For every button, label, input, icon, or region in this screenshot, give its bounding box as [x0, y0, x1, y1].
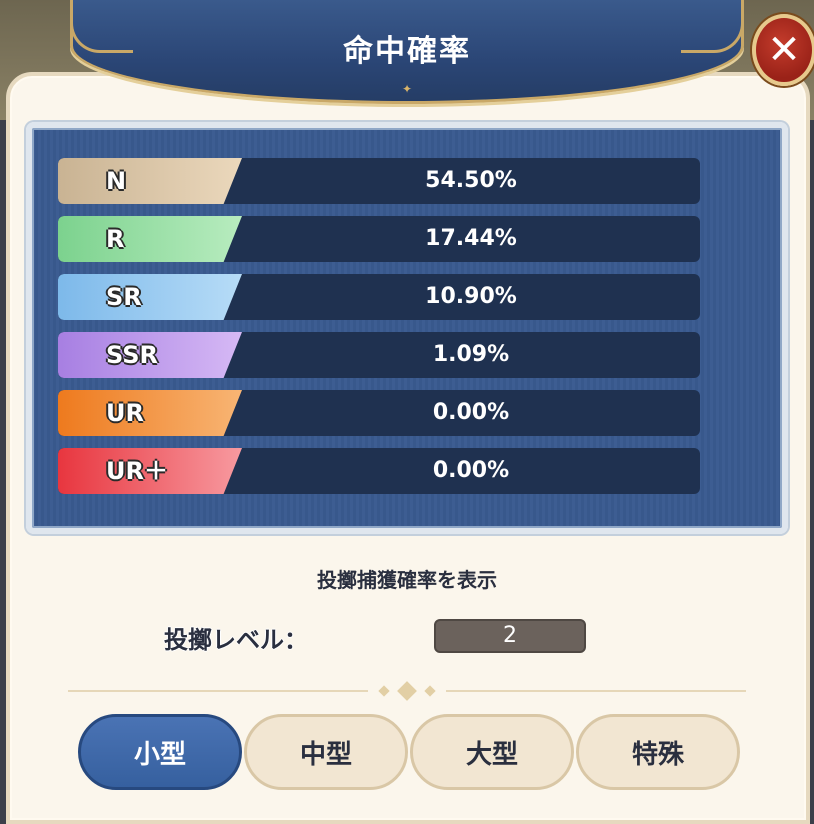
- rarity-tag: [58, 390, 242, 436]
- rate-row-sr: SR 10.90%: [58, 274, 700, 320]
- rarity-label: UR: [106, 399, 144, 427]
- tab-medium[interactable]: 中型: [244, 714, 408, 790]
- rate-value: 0.00%: [432, 400, 510, 425]
- dialog-title: 命中確率: [343, 34, 471, 69]
- rarity-label: SR: [106, 283, 142, 311]
- close-button[interactable]: ✕: [752, 14, 814, 86]
- rarity-label: N: [106, 167, 127, 195]
- rarity-label: SSR: [106, 341, 158, 369]
- banner-star-icon: ✦: [402, 82, 413, 96]
- rate-row-r: R 17.44%: [58, 216, 700, 262]
- throw-level-input[interactable]: 2: [434, 619, 586, 653]
- rate-value: 17.44%: [425, 226, 517, 251]
- tab-small[interactable]: 小型: [78, 714, 242, 790]
- rate-row-ssr: SSR 1.09%: [58, 332, 700, 378]
- rarity-tag: [58, 216, 242, 262]
- divider-left: [68, 690, 368, 692]
- rarity-label: UR＋: [106, 457, 168, 485]
- rate-row-ur: UR 0.00%: [58, 390, 700, 436]
- rate-value: 54.50%: [425, 168, 517, 193]
- tab-special[interactable]: 特殊: [576, 714, 740, 790]
- rate-value: 1.09%: [432, 342, 510, 367]
- size-tabs: 小型 中型 大型 特殊: [72, 714, 744, 792]
- divider-right: [446, 690, 746, 692]
- throw-level-label: 投擲レベル：: [164, 626, 308, 654]
- rate-value: 0.00%: [432, 458, 510, 483]
- rate-value: 10.90%: [425, 284, 517, 309]
- capture-rate-toggle[interactable]: 投擲捕獲確率を表示: [0, 564, 814, 593]
- rarity-tag: [58, 274, 242, 320]
- rate-row-n: N 54.50%: [58, 158, 700, 204]
- rarity-tag: [58, 158, 242, 204]
- tab-large[interactable]: 大型: [410, 714, 574, 790]
- rarity-label: R: [106, 225, 125, 253]
- rate-row-ur-plus: UR＋ 0.00%: [58, 448, 700, 494]
